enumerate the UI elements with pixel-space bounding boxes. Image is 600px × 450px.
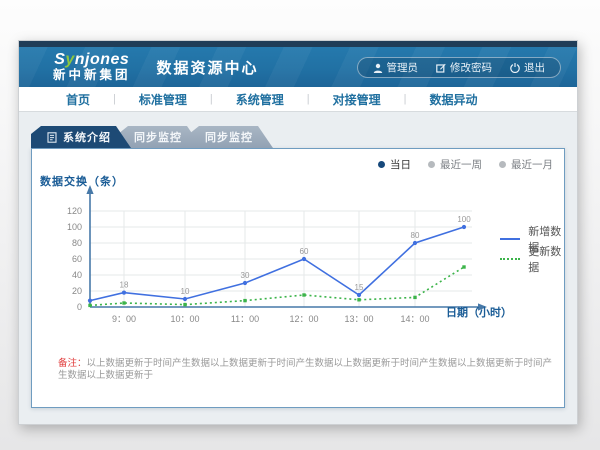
svg-text:120: 120 (67, 206, 82, 216)
logout-label: 退出 (524, 60, 545, 75)
edit-icon (436, 63, 446, 73)
data-point (413, 296, 416, 299)
legend-label: 更新数据 (528, 243, 564, 275)
nav-item-standard-management[interactable]: 标准管理 (116, 91, 210, 108)
page-title: 数据资源中心 (157, 57, 259, 78)
data-point (88, 299, 92, 303)
y-axis-arrow-icon (86, 185, 93, 194)
logout-button[interactable]: 退出 (501, 60, 554, 75)
svg-text:0: 0 (77, 302, 82, 312)
data-point (302, 293, 305, 296)
x-axis-title: 日期（小时） (446, 304, 512, 320)
data-point (243, 299, 246, 302)
tab-sync-monitor-2[interactable]: 同步监控 (189, 126, 273, 148)
current-user-button[interactable]: 管理员 (364, 60, 428, 75)
nav-item-docking-management[interactable]: 对接管理 (310, 91, 404, 108)
svg-text:40: 40 (72, 270, 82, 280)
user-label: 管理员 (387, 60, 419, 75)
svg-text:10：00: 10：00 (170, 314, 199, 324)
app-header: Synjones 新中新集团 数据资源中心 管理员 修改密码 退出 (19, 47, 577, 87)
tab-sync-monitor-1[interactable]: 同步监控 (118, 126, 202, 148)
solid-line-icon (500, 238, 520, 240)
chart-panel: 当日 最近一周 最近一月 数据交换（条） 0204060801001209：00… (31, 148, 565, 408)
data-point-label: 30 (241, 271, 250, 280)
note-prefix: 备注： (58, 358, 87, 369)
series-line (90, 227, 464, 301)
series-1 (88, 265, 465, 307)
svg-text:14：00: 14：00 (400, 314, 429, 324)
svg-text:80: 80 (72, 238, 82, 248)
dotted-line-icon (500, 258, 520, 260)
time-range-option-last-week[interactable]: 最近一周 (428, 157, 482, 172)
main-nav: 首页 | 标准管理 | 系统管理 | 对接管理 | 数据异动 (19, 87, 577, 112)
tab-system-intro[interactable]: 系统介绍 (31, 126, 131, 148)
svg-text:9：00: 9：00 (112, 314, 136, 324)
data-point (357, 293, 361, 297)
data-point-label: 15 (355, 283, 364, 292)
radio-icon (499, 161, 506, 168)
line-chart-svg: 0 20 40 60 80 100 120 9：00 10：00 11：00 12：00 13：00 1… (32, 171, 568, 349)
data-point (122, 301, 125, 304)
data-point (88, 304, 91, 307)
data-point-label: 60 (300, 247, 309, 256)
note-text: 以上数据更新于时间产生数据以上数据更新于时间产生数据以上数据更新于时间产生数据以… (58, 358, 552, 381)
change-password-button[interactable]: 修改密码 (427, 60, 501, 75)
logo-english: Synjones (53, 52, 131, 69)
data-point-label: 18 (120, 281, 129, 290)
time-range-label: 最近一周 (440, 157, 482, 172)
chart-axes (86, 185, 487, 311)
svg-text:60: 60 (72, 254, 82, 264)
footer-note: 备注：以上数据更新于时间产生数据以上数据更新于时间产生数据以上数据更新于时间产生… (58, 358, 556, 383)
time-range-label: 最近一月 (511, 157, 553, 172)
time-range-label: 当日 (390, 157, 411, 172)
svg-text:12：00: 12：00 (289, 314, 318, 324)
svg-text:100: 100 (67, 222, 82, 232)
data-point-label: 100 (457, 215, 471, 224)
tab-label: 同步监控 (205, 129, 253, 145)
data-point (122, 291, 126, 295)
data-point (243, 281, 247, 285)
data-point (462, 265, 465, 268)
data-point-label: 10 (181, 287, 190, 296)
company-logo: Synjones 新中新集团 (53, 52, 131, 82)
user-toolbar: 管理员 修改密码 退出 (357, 57, 562, 78)
app-window: Synjones 新中新集团 数据资源中心 管理员 修改密码 退出 首页 | 标… (18, 40, 578, 425)
chart-legend: 新增数据 更新数据 (500, 229, 564, 269)
data-point (413, 241, 417, 245)
time-range-option-today[interactable]: 当日 (378, 157, 411, 172)
svg-text:20: 20 (72, 286, 82, 296)
tab-label: 系统介绍 (63, 129, 111, 145)
data-point (462, 225, 466, 229)
tab-label: 同步监控 (134, 129, 182, 145)
data-point (183, 297, 187, 301)
change-password-label: 修改密码 (450, 60, 492, 75)
time-range-selector: 当日 最近一周 最近一月 (378, 157, 553, 172)
time-range-option-last-month[interactable]: 最近一月 (499, 157, 553, 172)
nav-item-system-management[interactable]: 系统管理 (213, 91, 307, 108)
radio-icon (428, 161, 435, 168)
data-point (302, 257, 306, 261)
user-icon (373, 63, 383, 73)
svg-text:13：00: 13：00 (344, 314, 373, 324)
svg-text:11：00: 11：00 (231, 314, 259, 324)
nav-item-home[interactable]: 首页 (43, 91, 113, 108)
data-point (357, 298, 360, 301)
data-point (183, 303, 186, 306)
logo-chinese: 新中新集团 (53, 69, 131, 82)
document-icon (47, 132, 57, 143)
legend-item-updated-data[interactable]: 更新数据 (500, 249, 564, 269)
nav-item-data-changes[interactable]: 数据异动 (407, 91, 501, 108)
series-line (90, 267, 464, 305)
radio-icon (378, 161, 385, 168)
chart-gridlines (90, 211, 472, 307)
power-icon (510, 63, 520, 73)
tab-bar: 系统介绍 同步监控 同步监控 (31, 126, 260, 148)
data-point-label: 80 (411, 231, 420, 240)
